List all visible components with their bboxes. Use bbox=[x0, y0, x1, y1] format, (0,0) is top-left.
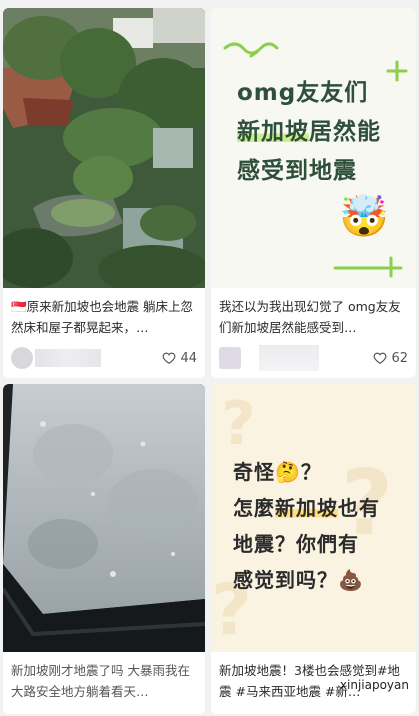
aerial-photo bbox=[3, 8, 205, 288]
image-text-line-2-pre: 怎麼 bbox=[233, 496, 275, 520]
post-image[interactable] bbox=[3, 384, 205, 652]
image-text-line-1: 奇怪🤔？ bbox=[233, 460, 322, 484]
image-text-line-3: 感受到地震 bbox=[237, 158, 357, 184]
image-text: 奇怪🤔？ 怎麼新加坡也有 地震？你們有 感觉到吗？💩 bbox=[233, 454, 380, 598]
image-text-line-4: 感觉到吗？💩 bbox=[233, 568, 364, 592]
post-image[interactable] bbox=[3, 8, 205, 288]
swirl-doodle-icon bbox=[223, 42, 279, 58]
image-text-highlight: 新加坡 bbox=[237, 119, 309, 145]
like-button[interactable]: 62 bbox=[373, 349, 408, 367]
image-text-line-3: 地震？你們有 bbox=[233, 532, 359, 556]
image-text-line-2-rest: 居然能 bbox=[309, 119, 381, 145]
like-button[interactable]: 44 bbox=[162, 349, 197, 367]
image-text-highlight: 新加坡 bbox=[275, 496, 338, 520]
exploding-head-emoji: 🤯 bbox=[339, 194, 389, 240]
watermark: xinjiapoyan bbox=[339, 678, 409, 692]
image-text-line-1: omg友友们 bbox=[237, 80, 369, 106]
image-text-line-2-post: 也有 bbox=[338, 496, 380, 520]
post-card[interactable]: 新加坡刚才地震了吗 大暴雨我在大路安全地方躺着看天… bbox=[3, 384, 205, 714]
image-text-line-2: 新加坡居然能 bbox=[237, 113, 381, 152]
heart-icon bbox=[163, 352, 176, 364]
like-count: 62 bbox=[391, 350, 408, 366]
post-title[interactable]: 我还以为我出现幻觉了 omg友友们新加坡居然能感受到… bbox=[219, 296, 408, 338]
post-card[interactable]: omg友友们 新加坡居然能 感受到地震 🤯 我还以为我出现幻觉了 omg友友们新… bbox=[211, 8, 416, 378]
post-image[interactable]: omg友友们 新加坡居然能 感受到地震 🤯 bbox=[211, 8, 416, 288]
avatar[interactable] bbox=[11, 347, 33, 369]
post-image[interactable]: ? ? ? 奇怪🤔？ 怎麼新加坡也有 地震？你們有 感觉到吗？💩 bbox=[211, 384, 416, 652]
author-name-blurred[interactable] bbox=[35, 349, 101, 367]
avatar[interactable] bbox=[219, 347, 241, 369]
post-card[interactable]: ? ? ? 奇怪🤔？ 怎麼新加坡也有 地震？你們有 感觉到吗？💩 新加坡地震！3… bbox=[211, 384, 416, 714]
image-text-line-2: 怎麼新加坡也有 bbox=[233, 490, 380, 526]
image-text: omg友友们 新加坡居然能 感受到地震 bbox=[237, 74, 381, 191]
post-meta: 62 bbox=[219, 345, 408, 371]
like-count: 44 bbox=[180, 350, 197, 366]
post-title[interactable]: 🇸🇬原来新加坡也会地震 躺床上忽然床和屋子都晃起来，… bbox=[11, 296, 197, 338]
post-card[interactable]: 🇸🇬原来新加坡也会地震 躺床上忽然床和屋子都晃起来，… 44 bbox=[3, 8, 205, 378]
author-name-blurred[interactable] bbox=[259, 345, 319, 371]
svg-text:?: ? bbox=[221, 389, 256, 459]
post-title[interactable]: 新加坡刚才地震了吗 大暴雨我在大路安全地方躺着看天… bbox=[11, 660, 197, 702]
heart-icon bbox=[374, 352, 387, 364]
sparkle-icon bbox=[386, 60, 408, 82]
underline-doodle-icon bbox=[333, 256, 403, 278]
post-meta: 44 bbox=[11, 345, 197, 371]
rain-window-photo bbox=[3, 384, 205, 652]
